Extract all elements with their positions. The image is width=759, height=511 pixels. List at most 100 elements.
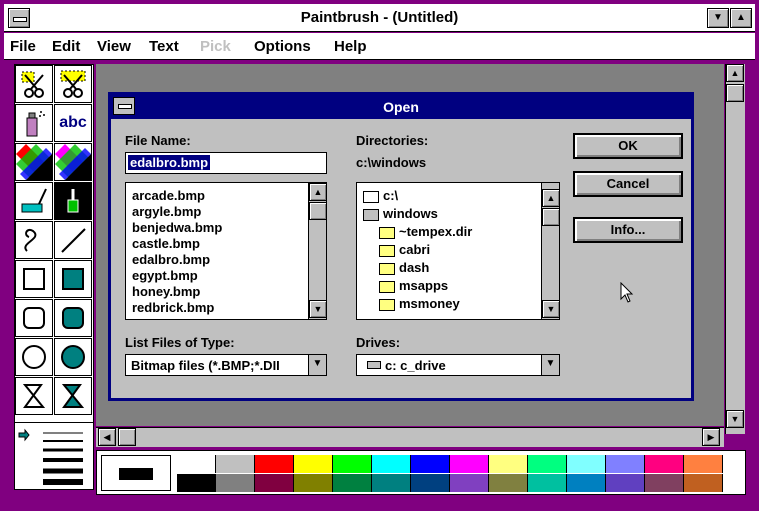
color-swatch[interactable] [294,474,333,492]
drives-dropdown[interactable]: c: c_drive ▼ [356,354,560,376]
curve-icon[interactable] [15,221,53,259]
scissors-net-icon[interactable] [54,65,92,103]
color-swatch[interactable] [255,474,294,492]
dir-scroll-thumb[interactable] [542,208,560,226]
color-swatch[interactable] [450,455,489,473]
text-tool-icon[interactable]: abc [54,104,92,142]
menu-options[interactable]: Options [254,38,311,55]
spray-can-icon[interactable] [15,104,53,142]
chevron-down-icon[interactable]: ▼ [308,355,326,375]
color-swatch[interactable] [606,455,645,473]
color-swatch[interactable] [489,474,528,492]
color-swatch[interactable] [684,474,723,492]
line-width-selector[interactable] [14,422,94,490]
line-icon[interactable] [54,221,92,259]
color-swatch[interactable] [411,474,450,492]
directory-name: msmoney [399,296,460,311]
color-swatch[interactable] [450,474,489,492]
scroll-thumb[interactable] [726,84,744,102]
color-swatch[interactable] [645,474,684,492]
menu-help[interactable]: Help [334,38,367,55]
color-swatch[interactable] [567,455,606,473]
color-swatch[interactable] [645,455,684,473]
file-list-item[interactable]: redbrick.bmp [132,300,214,315]
directory-list-item[interactable]: msapps [379,278,448,293]
eraser-icon[interactable] [54,143,92,181]
file-list-item[interactable]: argyle.bmp [132,204,201,219]
paint-roller-icon[interactable] [15,182,53,220]
ok-button[interactable]: OK [573,133,683,159]
color-swatch[interactable] [606,474,645,492]
menu-edit[interactable]: Edit [52,38,80,55]
file-list-scrollbar[interactable]: ▲ ▼ [308,183,327,319]
maximize-button[interactable]: ▲ [730,8,752,28]
menu-text[interactable]: Text [149,38,179,55]
directory-list[interactable]: c:\ windows ~tempex.dir cabri dash msapps msmo… [356,182,560,320]
color-swatch[interactable] [294,455,333,473]
file-scroll-down-icon[interactable]: ▼ [309,300,327,318]
color-swatch[interactable] [177,455,216,473]
box-icon[interactable] [15,260,53,298]
hscroll-thumb[interactable] [118,428,136,446]
filled-circle-icon[interactable] [54,338,92,376]
color-swatch[interactable] [216,474,255,492]
directory-list-item[interactable]: msmoney [379,296,460,311]
dir-list-scrollbar[interactable]: ▲ ▼ [541,183,560,319]
file-list-item[interactable]: honey.bmp [132,284,200,299]
color-swatch[interactable] [372,474,411,492]
dir-scroll-down-icon[interactable]: ▼ [542,300,560,318]
brush-icon[interactable] [54,182,92,220]
file-list-item[interactable]: edalbro.bmp [132,252,210,267]
color-eraser-icon[interactable] [15,143,53,181]
filled-box-icon[interactable] [54,260,92,298]
directory-list-item[interactable]: c:\ [363,188,398,203]
color-swatch[interactable] [255,455,294,473]
file-type-dropdown[interactable]: Bitmap files (*.BMP;*.DII ▼ [125,354,327,376]
polygon-icon[interactable] [15,377,53,415]
rounded-box-icon[interactable] [15,299,53,337]
menu-pick[interactable]: Pick [200,38,231,55]
file-name-input[interactable]: edalbro.bmp [125,152,327,174]
color-swatch[interactable] [684,455,723,473]
menu-file[interactable]: File [10,38,36,55]
scroll-left-icon[interactable]: ◀ [98,428,116,446]
file-list-item[interactable]: castle.bmp [132,236,200,251]
scroll-up-icon[interactable]: ▲ [726,64,744,82]
title-bar: Paintbrush - (Untitled) ▼ ▲ [4,4,755,32]
directory-list-item[interactable]: dash [379,260,429,275]
filled-rounded-box-icon[interactable] [54,299,92,337]
directory-list-item[interactable]: ~tempex.dir [379,224,472,239]
color-swatch[interactable] [372,455,411,473]
circle-icon[interactable] [15,338,53,376]
chevron-down-icon[interactable]: ▼ [541,355,559,375]
directory-name: dash [399,260,430,275]
filled-polygon-icon[interactable] [54,377,92,415]
directory-list-item[interactable]: windows [363,206,438,221]
info-button[interactable]: Info... [573,217,683,243]
color-swatch[interactable] [216,455,255,473]
menu-view[interactable]: View [97,38,131,55]
directory-list-item[interactable]: cabri [379,242,430,257]
color-swatch[interactable] [528,474,567,492]
file-scroll-thumb[interactable] [309,202,327,220]
file-list[interactable]: arcade.bmp argyle.bmp benjedwa.bmp castle.b… [125,182,327,320]
scroll-right-icon[interactable]: ▶ [702,428,720,446]
color-swatch[interactable] [411,455,450,473]
color-swatch[interactable] [528,455,567,473]
horizontal-scrollbar[interactable]: ◀ ▶ [96,427,724,447]
vertical-scrollbar[interactable]: ▲ ▼ [725,64,745,434]
color-swatch[interactable] [333,455,372,473]
color-swatch[interactable] [177,474,216,492]
color-swatch[interactable] [567,474,606,492]
color-swatch[interactable] [333,474,372,492]
file-list-item[interactable]: egypt.bmp [132,268,198,283]
dir-scroll-up-icon[interactable]: ▲ [542,189,560,207]
color-swatch[interactable] [489,455,528,473]
scissors-pick-icon[interactable] [15,65,53,103]
file-scroll-up-icon[interactable]: ▲ [309,183,327,201]
minimize-button[interactable]: ▼ [707,8,729,28]
scroll-down-icon[interactable]: ▼ [726,410,744,428]
file-list-item[interactable]: benjedwa.bmp [132,220,222,235]
file-list-item[interactable]: arcade.bmp [132,188,205,203]
cancel-button[interactable]: Cancel [573,171,683,197]
